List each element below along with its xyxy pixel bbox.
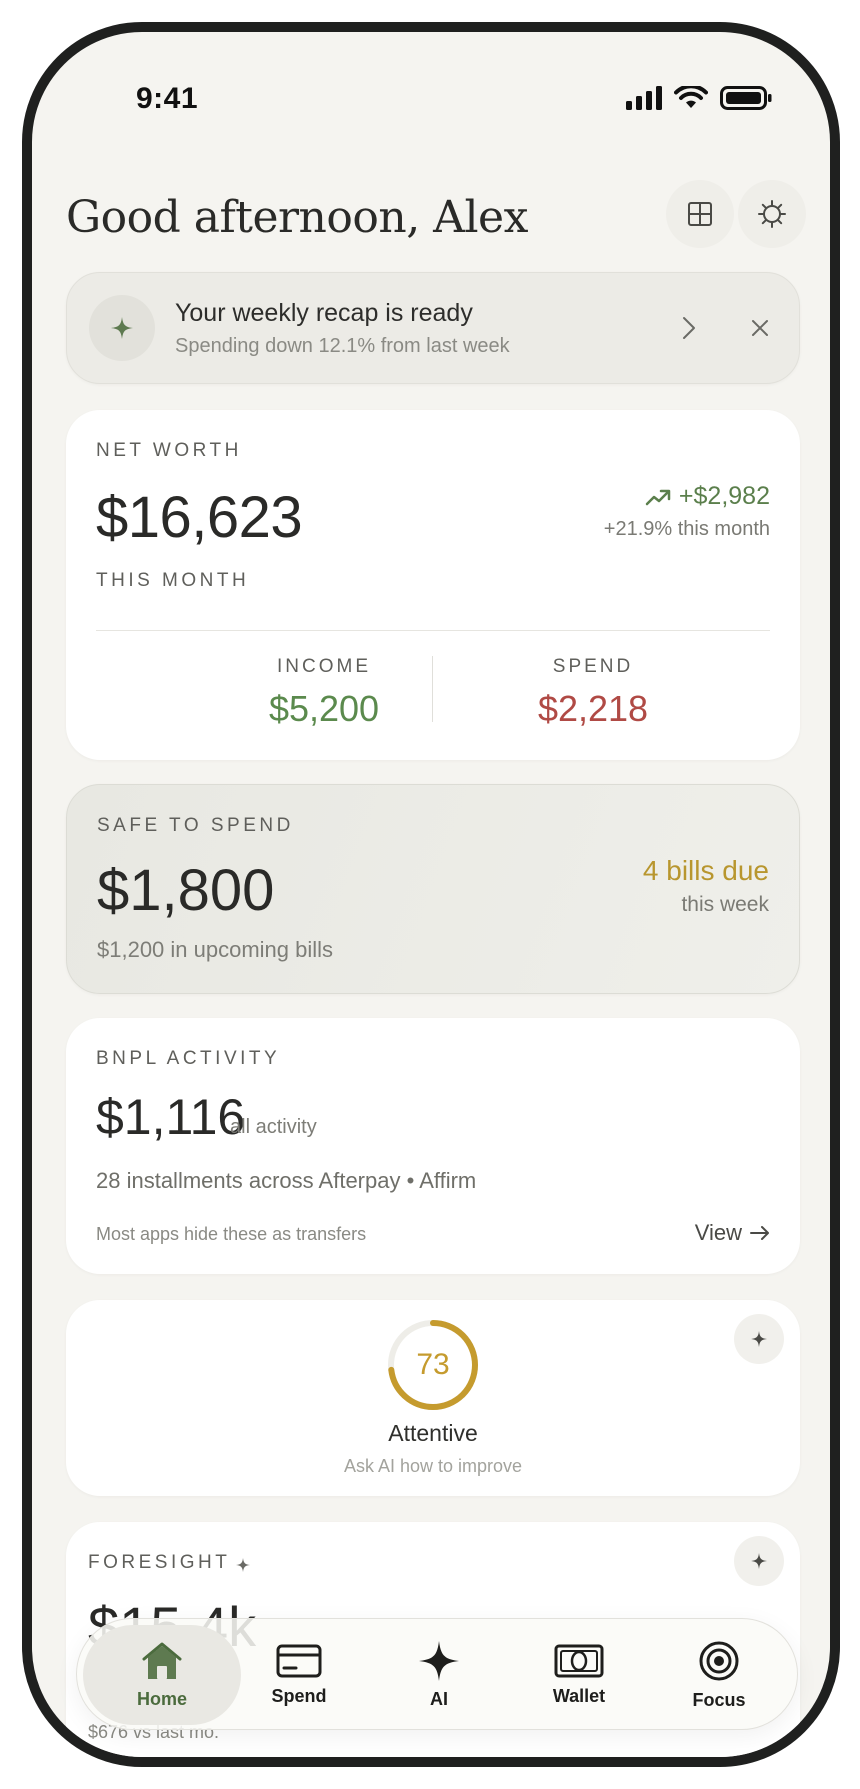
home-screen: 9:41 Good afternoon, Alex Your weekly re…	[32, 32, 830, 1757]
tab-bar: Home Spend AI Wallet Focus	[76, 1618, 798, 1730]
net-worth-change: +$2,982	[645, 482, 770, 511]
net-worth-card[interactable]: NET WORTH $16,623 +$2,982 +21.9% this mo…	[66, 410, 800, 760]
weekly-recap-banner[interactable]: Your weekly recap is ready Spending down…	[66, 272, 800, 384]
sparkle-icon	[751, 1553, 767, 1569]
this-month-label: THIS MONTH	[96, 570, 250, 591]
signal-icon	[626, 86, 662, 110]
status-icons	[626, 86, 772, 110]
net-worth-change-value: +$2,982	[678, 482, 770, 510]
wifi-icon	[674, 86, 708, 108]
net-worth-amount: $16,623	[96, 485, 303, 550]
arrow-right-icon	[750, 1226, 769, 1240]
battery-icon	[720, 86, 772, 110]
target-icon	[699, 1641, 739, 1680]
sparkle-icon	[236, 1558, 250, 1572]
spend-value: $2,218	[537, 688, 649, 729]
sparkle-icon	[751, 1331, 767, 1347]
gear-icon	[758, 200, 786, 228]
bills-due-period: this week	[681, 893, 769, 916]
net-worth-label: NET WORTH	[96, 440, 242, 461]
score-subtitle[interactable]: Ask AI how to improve	[66, 1456, 800, 1477]
status-time: 9:41	[136, 82, 199, 115]
sparkle-icon	[419, 1640, 459, 1681]
tab-home-label: Home	[136, 1688, 187, 1709]
recap-title: Your weekly recap is ready	[175, 299, 473, 327]
recap-sparkle-badge	[89, 295, 155, 361]
score-card[interactable]: 73 Attentive Ask AI how to improve	[66, 1300, 800, 1496]
phone-frame: 9:41 Good afternoon, Alex Your weekly re…	[22, 22, 840, 1767]
tab-ai[interactable]: AI	[369, 1619, 509, 1731]
upcoming-bills-text: $1,200 in upcoming bills	[97, 937, 334, 962]
column-divider	[432, 656, 433, 722]
bnpl-scope: all activity	[230, 1116, 317, 1138]
score-value: 73	[416, 1348, 450, 1381]
card-icon	[276, 1644, 322, 1677]
grid-icon	[688, 202, 712, 226]
bnpl-view-link[interactable]: View	[695, 1220, 770, 1246]
tab-spend[interactable]: Spend	[229, 1619, 369, 1731]
wallet-icon	[554, 1644, 604, 1677]
foresight-ai-button[interactable]	[734, 1536, 784, 1586]
net-worth-change-pct: +21.9% this month	[603, 518, 770, 540]
tab-spend-label: Spend	[271, 1685, 327, 1706]
tab-wallet-label: Wallet	[552, 1685, 606, 1706]
bnpl-detail: 28 installments across Afterpay • Affirm	[96, 1168, 477, 1193]
view-label: View	[694, 1220, 742, 1245]
safe-to-spend-amount: $1,800	[97, 858, 275, 923]
tab-ai-label: AI	[430, 1688, 448, 1709]
bnpl-label: BNPL ACTIVITY	[96, 1048, 281, 1069]
safe-to-spend-label: SAFE TO SPEND	[97, 815, 294, 836]
bnpl-note: Most apps hide these as transfers	[96, 1224, 367, 1244]
tab-wallet[interactable]: Wallet	[509, 1619, 649, 1731]
bnpl-amount: $1,116	[96, 1089, 246, 1145]
bills-due-count: 4 bills due	[642, 855, 769, 886]
bnpl-activity-card[interactable]: BNPL ACTIVITY $1,116 all activity 28 ins…	[66, 1018, 800, 1274]
foresight-label: FORESIGHT	[88, 1552, 231, 1573]
tab-focus[interactable]: Focus	[649, 1619, 789, 1731]
page-title: Good afternoon, Alex	[66, 192, 528, 243]
close-icon[interactable]	[751, 319, 769, 337]
layout-button[interactable]	[666, 180, 734, 248]
sparkle-icon	[111, 317, 133, 339]
settings-button[interactable]	[738, 180, 806, 248]
tab-focus-label: Focus	[692, 1689, 746, 1710]
home-icon	[142, 1642, 182, 1679]
score-ai-button[interactable]	[734, 1314, 784, 1364]
divider	[96, 630, 770, 631]
chevron-right-icon[interactable]	[681, 315, 697, 341]
recap-subtitle: Spending down 12.1% from last week	[175, 335, 510, 357]
spend-label: SPEND	[552, 656, 634, 677]
tab-home[interactable]: Home	[83, 1625, 241, 1725]
safe-to-spend-card[interactable]: SAFE TO SPEND $1,800 $1,200 in upcoming …	[66, 784, 800, 994]
trend-up-icon	[645, 489, 671, 505]
income-label: INCOME	[277, 656, 371, 677]
score-title: Attentive	[388, 1420, 478, 1446]
income-value: $5,200	[268, 688, 380, 729]
